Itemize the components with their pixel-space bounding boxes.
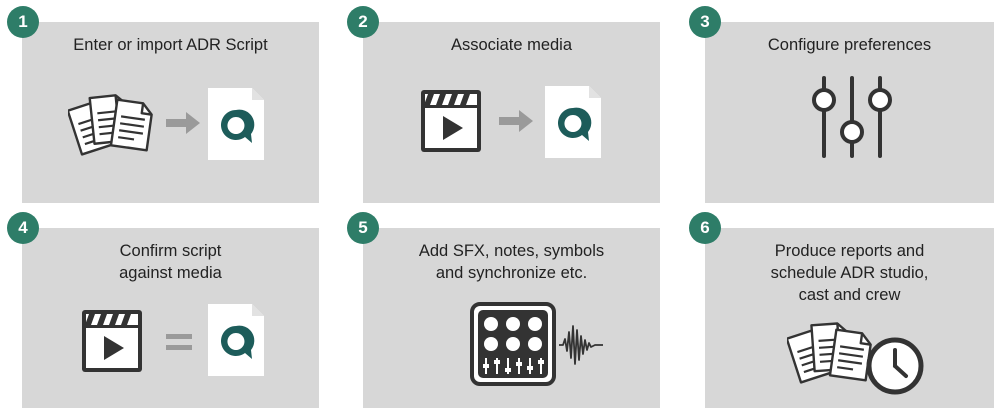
video-clapper-icon (419, 88, 483, 154)
clock-icon (866, 337, 924, 395)
arrow-right-icon (166, 112, 200, 134)
step-card-6: Produce reports and schedule ADR studio,… (705, 228, 994, 408)
app-logo-file-icon (208, 88, 264, 160)
waveform-icon (559, 325, 603, 365)
step-title: Produce reports and schedule ADR studio,… (770, 242, 929, 304)
step-number-badge-3: 3 (689, 6, 721, 38)
step-number-badge-4: 4 (7, 212, 39, 244)
equals-icon (166, 334, 192, 350)
step-title: Associate media (450, 36, 573, 54)
step-number-badge-1: 1 (7, 6, 39, 38)
step-number-badge-2: 2 (347, 6, 379, 38)
arrow-right-icon (499, 110, 533, 132)
video-clapper-icon (80, 308, 144, 374)
documents-icon (787, 321, 874, 384)
app-logo-file-icon (208, 304, 264, 376)
step-card-5: Add SFX, notes, symbols and synchronize … (363, 228, 660, 408)
step-title: Add SFX, notes, symbols and synchronize … (418, 242, 605, 282)
app-logo-file-icon (545, 86, 601, 158)
step-number-badge-6: 6 (689, 212, 721, 244)
step-card-2: Associate media (363, 22, 660, 203)
step-card-4: Confirm script against media (22, 228, 319, 408)
sound-mixer-icon (470, 302, 556, 386)
step-title: Enter or import ADR Script (73, 36, 268, 54)
step-title: Configure preferences (767, 36, 932, 54)
step-card-3: Configure preferences (705, 22, 994, 203)
step-title: Confirm script against media (119, 242, 222, 282)
sliders-icon (812, 76, 892, 158)
step-number-badge-5: 5 (347, 212, 379, 244)
documents-icon (68, 93, 155, 156)
step-card-1: Enter or import ADR Script (22, 22, 319, 203)
